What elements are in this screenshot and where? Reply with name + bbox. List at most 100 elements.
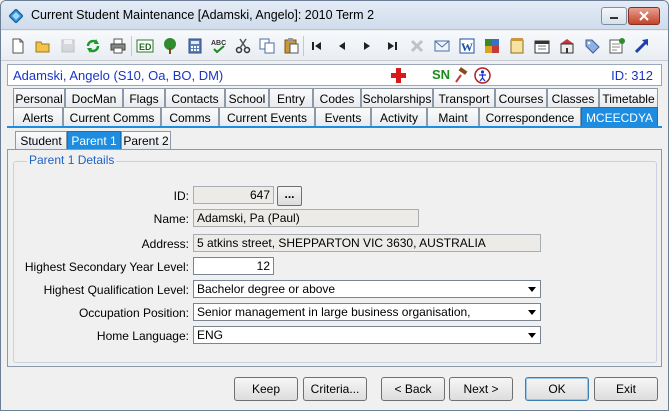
exit-button[interactable]: Exit <box>594 377 658 401</box>
criteria-button[interactable]: Criteria... <box>303 377 367 401</box>
tab-correspondence[interactable]: Correspondence <box>479 107 581 127</box>
occupation-value: Senior management in large business orga… <box>197 305 471 319</box>
word-document-icon: W <box>459 38 475 54</box>
tab-mceecdya[interactable]: MCEECDYA <box>581 107 658 127</box>
last-record-icon <box>388 42 397 50</box>
notepad-icon <box>510 38 524 54</box>
first-record-button[interactable] <box>306 35 328 57</box>
chevron-down-icon[interactable] <box>525 282 539 296</box>
tab-alerts[interactable]: Alerts <box>13 107 63 127</box>
secondary-year-field[interactable]: 12 <box>193 257 274 275</box>
tab-activity[interactable]: Activity <box>371 107 427 127</box>
tab-events[interactable]: Events <box>315 107 371 127</box>
tab-maint[interactable]: Maint <box>427 107 479 127</box>
tab-timetable[interactable]: Timetable <box>599 88 658 108</box>
next-button[interactable]: Next > <box>449 377 513 401</box>
occupation-label: Occupation Position: <box>78 306 189 320</box>
chevron-down-icon[interactable] <box>525 305 539 319</box>
notes-button[interactable] <box>506 35 528 57</box>
gavel-icon <box>455 67 468 83</box>
save-button[interactable] <box>57 35 79 57</box>
window-title: Current Student Maintenance [Adamski, An… <box>31 8 375 22</box>
subtab-parent-2[interactable]: Parent 2 <box>121 131 171 149</box>
tab-personal[interactable]: Personal <box>13 88 65 108</box>
minimize-icon <box>610 17 618 19</box>
ok-button[interactable]: OK <box>525 377 589 401</box>
toolbar: ED ABC W <box>1 31 668 61</box>
tab-contacts[interactable]: Contacts <box>165 88 225 108</box>
tab-school[interactable]: School <box>225 88 269 108</box>
home-language-select[interactable]: ENG <box>193 326 541 344</box>
word-button[interactable]: W <box>456 35 478 57</box>
spellcheck-button[interactable]: ABC <box>208 35 230 57</box>
cut-button[interactable] <box>232 35 254 57</box>
scissors-icon <box>235 38 251 54</box>
id-field[interactable]: 647 <box>193 186 274 204</box>
address-field[interactable]: 5 atkins street, SHEPPARTON VIC 3630, AU… <box>193 234 541 252</box>
name-field[interactable]: Adamski, Pa (Paul) <box>193 209 419 227</box>
tag-button[interactable] <box>581 35 603 57</box>
save-disk-icon <box>61 39 75 53</box>
group-title: Parent 1 Details <box>27 153 117 167</box>
tab-current-comms[interactable]: Current Comms <box>63 107 161 127</box>
school-building-icon <box>560 39 574 54</box>
pointer-button[interactable] <box>631 35 653 57</box>
email-icon <box>434 40 450 52</box>
qualification-select[interactable]: Bachelor degree or above <box>193 280 541 298</box>
tab-classes[interactable]: Classes <box>547 88 599 108</box>
copy-button[interactable] <box>256 35 278 57</box>
tab-codes[interactable]: Codes <box>313 88 361 108</box>
puzzle-button[interactable] <box>481 35 503 57</box>
minimize-button[interactable] <box>601 7 627 25</box>
bottom-button-bar: Keep Criteria... < Back Next > OK Exit <box>1 371 668 410</box>
print-button[interactable] <box>107 35 129 57</box>
back-button[interactable]: < Back <box>381 377 445 401</box>
close-button[interactable] <box>628 7 660 25</box>
subtab-student[interactable]: Student <box>15 131 67 149</box>
tab-entry[interactable]: Entry <box>269 88 313 108</box>
tab-scholarships[interactable]: Scholarships <box>361 88 433 108</box>
tab-comms[interactable]: Comms <box>161 107 219 127</box>
subtab-parent-1[interactable]: Parent 1 <box>67 131 121 149</box>
accessibility-icon <box>474 67 491 84</box>
tab-courses[interactable]: Courses <box>495 88 547 108</box>
tab-current-events[interactable]: Current Events <box>219 107 315 127</box>
id-lookup-button[interactable]: ... <box>277 186 302 206</box>
form-edit-button[interactable] <box>606 35 628 57</box>
paste-clipboard-icon <box>284 38 299 54</box>
home-language-label: Home Language: <box>96 329 189 343</box>
svg-text:ED: ED <box>139 42 152 52</box>
refresh-button[interactable] <box>82 35 104 57</box>
edit-mode-button[interactable]: ED <box>134 35 156 57</box>
next-record-button[interactable] <box>356 35 378 57</box>
delete-button[interactable] <box>406 35 428 57</box>
delete-x-icon <box>410 39 424 53</box>
open-button[interactable] <box>32 35 54 57</box>
paste-button[interactable] <box>280 35 302 57</box>
app-diamond-icon <box>9 9 23 23</box>
house-button[interactable] <box>556 35 578 57</box>
occupation-select[interactable]: Senior management in large business orga… <box>193 303 541 321</box>
pointer-arrow-icon <box>634 39 649 54</box>
new-button[interactable] <box>7 35 29 57</box>
calendar-button[interactable] <box>531 35 553 57</box>
student-name: Adamski, Angelo (S10, Oa, BO, DM) <box>13 68 224 83</box>
calculator-button[interactable] <box>184 35 206 57</box>
edit-mode-icon: ED <box>136 39 154 53</box>
tab-docman[interactable]: DocMan <box>65 88 123 108</box>
keep-button[interactable]: Keep <box>234 377 298 401</box>
family-tree-button[interactable] <box>159 35 181 57</box>
printer-icon <box>110 38 126 54</box>
secondary-year-label: Highest Secondary Year Level: <box>24 260 189 274</box>
previous-record-button[interactable] <box>331 35 353 57</box>
address-label: Address: <box>141 237 189 251</box>
name-label: Name: <box>153 212 189 226</box>
title-bar: Current Student Maintenance [Adamski, An… <box>1 1 668 30</box>
tab-transport[interactable]: Transport <box>433 88 495 108</box>
email-button[interactable] <box>431 35 453 57</box>
puzzle-icon <box>485 39 499 53</box>
first-record-icon <box>312 42 321 50</box>
last-record-button[interactable] <box>381 35 403 57</box>
chevron-down-icon[interactable] <box>525 328 539 342</box>
tab-flags[interactable]: Flags <box>123 88 165 108</box>
